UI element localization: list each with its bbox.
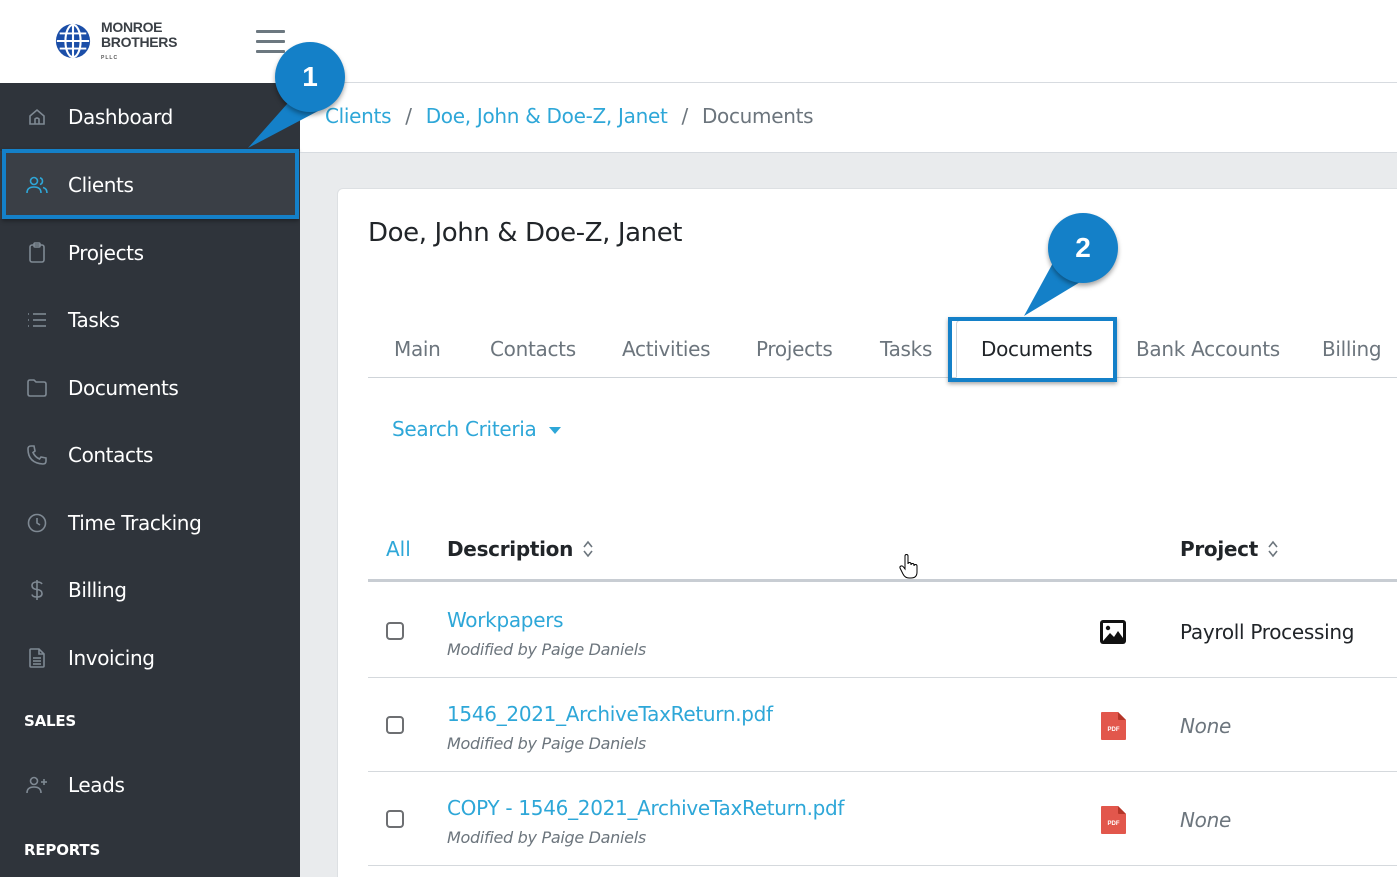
sidebar-item-label: Projects bbox=[68, 241, 144, 265]
table-row: COPY - 1546_2021_ArchiveTaxReturn.pdf Mo… bbox=[368, 772, 1397, 866]
document-link[interactable]: COPY - 1546_2021_ArchiveTaxReturn.pdf bbox=[447, 796, 844, 820]
top-bar bbox=[300, 0, 1397, 83]
list-icon bbox=[26, 309, 48, 331]
sidebar-item-label: Contacts bbox=[68, 443, 154, 467]
project-value: None bbox=[1180, 714, 1231, 738]
column-header-label: Project bbox=[1180, 537, 1258, 561]
breadcrumb-separator: / bbox=[405, 104, 412, 128]
sidebar-item-label: Documents bbox=[68, 376, 179, 400]
section-label-sales: SALES bbox=[24, 712, 77, 730]
pdf-icon-label: PDF bbox=[1108, 727, 1120, 733]
hamburger-menu-button[interactable] bbox=[256, 30, 285, 53]
breadcrumb-client-link[interactable]: Doe, John & Doe-Z, Janet bbox=[426, 104, 668, 128]
sidebar-item-label: Billing bbox=[68, 578, 127, 602]
pdf-icon: PDF bbox=[1101, 806, 1126, 834]
breadcrumb-current: Documents bbox=[701, 104, 814, 128]
users-icon bbox=[26, 174, 48, 196]
column-header-project[interactable]: Project bbox=[1180, 537, 1280, 561]
sidebar-item-tasks[interactable]: Tasks bbox=[0, 286, 300, 354]
tab-contacts[interactable]: Contacts bbox=[490, 320, 576, 378]
sidebar-item-label: Dashboard bbox=[68, 105, 173, 129]
project-value: Payroll Processing bbox=[1180, 620, 1355, 644]
breadcrumb-clients-link[interactable]: Clients bbox=[325, 104, 392, 128]
document-link[interactable]: Workpapers bbox=[447, 608, 564, 632]
dollar-icon bbox=[26, 579, 48, 601]
table-row: Workpapers Modified by Paige Daniels Pay… bbox=[368, 584, 1397, 678]
modified-by-text: Modified by Paige Daniels bbox=[447, 640, 646, 659]
column-header-description[interactable]: Description bbox=[447, 537, 595, 561]
breadcrumb: Clients / Doe, John & Doe-Z, Janet / Doc… bbox=[325, 104, 814, 128]
page-title: Doe, John & Doe-Z, Janet bbox=[368, 218, 683, 248]
sidebar-item-time-tracking[interactable]: Time Tracking bbox=[0, 489, 300, 557]
phone-icon bbox=[26, 444, 48, 466]
sidebar: Dashboard Clients Projects Tasks Documen… bbox=[0, 83, 300, 877]
sidebar-item-contacts[interactable]: Contacts bbox=[0, 421, 300, 489]
client-tabs: Main Contacts Activities Projects Tasks … bbox=[368, 320, 1397, 378]
callout-badge-2: 2 bbox=[1048, 213, 1118, 283]
logo-line-2: BROTHERS bbox=[101, 34, 178, 50]
sidebar-item-invoicing[interactable]: Invoicing bbox=[0, 624, 300, 692]
clock-icon bbox=[26, 512, 48, 534]
sidebar-item-documents[interactable]: Documents bbox=[0, 354, 300, 422]
sidebar-item-label: Clients bbox=[68, 173, 134, 197]
sidebar-item-label: Leads bbox=[68, 773, 125, 797]
hamburger-line bbox=[256, 40, 285, 43]
logo-subtitle: PLLC bbox=[101, 55, 119, 61]
logo-line-1: MONROE bbox=[101, 19, 163, 35]
column-header-label: Description bbox=[447, 537, 574, 561]
tab-activities[interactable]: Activities bbox=[622, 320, 711, 378]
document-link[interactable]: 1546_2021_ArchiveTaxReturn.pdf bbox=[447, 702, 773, 726]
tab-billing[interactable]: Billing bbox=[1322, 320, 1382, 378]
row-checkbox[interactable] bbox=[386, 810, 404, 828]
folder-icon bbox=[26, 377, 48, 399]
sidebar-item-clients[interactable]: Clients bbox=[0, 151, 300, 219]
tab-documents[interactable]: Documents bbox=[956, 320, 1118, 378]
sort-icon bbox=[1268, 540, 1278, 558]
table-row: 1546_2021_ArchiveTaxReturn.pdf Modified … bbox=[368, 678, 1397, 772]
sidebar-item-projects[interactable]: Projects bbox=[0, 219, 300, 287]
caret-down-icon bbox=[548, 426, 561, 434]
search-criteria-label: Search Criteria bbox=[392, 417, 537, 441]
user-plus-icon bbox=[26, 774, 48, 796]
logo-area: MONROE BROTHERS PLLC bbox=[0, 0, 300, 83]
sidebar-item-label: Invoicing bbox=[68, 646, 155, 670]
project-value: None bbox=[1180, 808, 1231, 832]
documents-table-header: All Description Project bbox=[368, 520, 1397, 582]
pdf-icon-label: PDF bbox=[1108, 821, 1120, 827]
section-label-reports: REPORTS bbox=[24, 841, 101, 859]
sidebar-item-billing[interactable]: Billing bbox=[0, 556, 300, 624]
sidebar-item-dashboard[interactable]: Dashboard bbox=[0, 83, 300, 151]
hamburger-line bbox=[256, 50, 285, 53]
sidebar-item-leads[interactable]: Leads bbox=[0, 751, 300, 819]
modified-by-text: Modified by Paige Daniels bbox=[447, 734, 646, 753]
logo-text: MONROE BROTHERS bbox=[101, 20, 177, 50]
home-icon bbox=[26, 106, 48, 128]
select-all-link[interactable]: All bbox=[386, 537, 411, 561]
tab-tasks[interactable]: Tasks bbox=[880, 320, 932, 378]
tab-main[interactable]: Main bbox=[394, 320, 441, 378]
callout-badge-1: 1 bbox=[275, 42, 345, 112]
pdf-icon: PDF bbox=[1101, 712, 1126, 740]
row-checkbox[interactable] bbox=[386, 716, 404, 734]
search-criteria-toggle[interactable]: Search Criteria bbox=[392, 417, 561, 441]
file-text-icon bbox=[26, 647, 48, 669]
tab-projects[interactable]: Projects bbox=[756, 320, 833, 378]
tab-bank-accounts[interactable]: Bank Accounts bbox=[1136, 320, 1280, 378]
row-checkbox[interactable] bbox=[386, 622, 404, 640]
sidebar-item-label: Time Tracking bbox=[68, 511, 202, 535]
breadcrumb-separator: / bbox=[681, 104, 689, 128]
clipboard-icon bbox=[26, 242, 48, 264]
image-icon bbox=[1100, 620, 1126, 644]
globe-logo-icon bbox=[55, 23, 91, 59]
sidebar-item-label: Tasks bbox=[68, 308, 120, 332]
modified-by-text: Modified by Paige Daniels bbox=[447, 828, 646, 847]
hamburger-line bbox=[256, 30, 285, 33]
sort-icon bbox=[583, 540, 593, 558]
